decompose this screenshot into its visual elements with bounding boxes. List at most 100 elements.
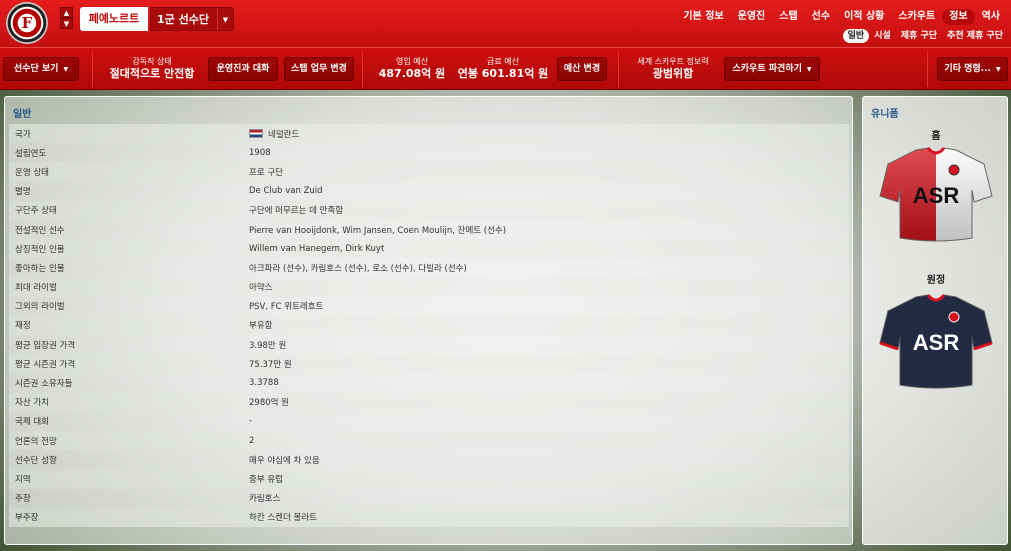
- row-value[interactable]: 3.98만 원: [249, 339, 286, 351]
- nav-transfers[interactable]: 이적 상황: [837, 9, 891, 25]
- subnav-general[interactable]: 일반: [842, 28, 870, 43]
- row-label: 전설적인 선수: [15, 225, 65, 236]
- row-value[interactable]: 카림호스: [249, 492, 280, 504]
- row-value-text: Pierre van Hooijdonk, Wim Jansen, Coen M…: [249, 225, 507, 236]
- row-label: 국제 대회: [15, 417, 49, 428]
- crest-letter: F: [21, 14, 33, 32]
- squad-view-label: 선수단 보기: [13, 64, 59, 74]
- row-value[interactable]: Pierre van Hooijdonk, Wim Jansen, Coen M…: [249, 224, 506, 236]
- table-row: 구단주 상태 구단에 머무르는 데 만족함: [9, 200, 849, 220]
- club-name-button[interactable]: 페예노르트: [80, 7, 148, 31]
- squad-select-dropdown[interactable]: 1군 선수단 ▼: [150, 7, 234, 31]
- table-row: 설립연도 1908: [9, 143, 849, 163]
- club-crest-icon[interactable]: F: [6, 2, 48, 44]
- squad-view-button[interactable]: 선수단 보기 ▼: [3, 57, 79, 81]
- table-row: 상징적인 인물 Willem van Hanegem, Dirk Kuyt: [9, 239, 849, 259]
- manager-status: 감독직 상태 절대적으로 안전함: [100, 56, 204, 81]
- table-row: 시즌권 소유자들 3.3788: [9, 373, 849, 393]
- uniform-panel: 유니폼 홈 ASR 원정 ASR: [862, 96, 1008, 545]
- table-row: 재정 부유함: [9, 315, 849, 336]
- table-row: 부주장 하칸 스켄더 볼라트: [9, 507, 849, 527]
- row-label: 그외의 라이벌: [15, 302, 65, 313]
- row-label: 구단주 상태: [15, 206, 57, 217]
- home-kit-label: 홈: [931, 131, 941, 142]
- budget-change-button[interactable]: 예산 변경: [557, 57, 607, 81]
- scout-knowledge: 세계 스카우트 정보력 광범위함: [628, 56, 718, 81]
- row-value[interactable]: Willem van Hanegem, Dirk Kuyt: [249, 244, 384, 254]
- row-value-text: 네덜란드: [268, 129, 300, 140]
- row-label: 지역: [15, 474, 31, 485]
- row-value[interactable]: -: [249, 416, 252, 426]
- nav-history[interactable]: 역사: [975, 9, 1007, 25]
- wage-budget-label: 급료 예산: [487, 57, 519, 66]
- nav-overview[interactable]: 기본 정보: [676, 9, 730, 25]
- row-value[interactable]: PSV, FC 위트레흐트: [249, 300, 323, 312]
- scout-dispatch-button[interactable]: 스카우트 파견하기 ▼: [724, 57, 820, 81]
- row-value[interactable]: 하칸 스켄더 볼라트: [249, 511, 317, 523]
- toolbar-divider: [927, 52, 928, 87]
- row-label: 별명: [15, 187, 31, 198]
- row-label: 부주장: [15, 513, 39, 524]
- staff-change-button[interactable]: 스탭 업무 변경: [284, 57, 354, 81]
- table-row: 평균 입장권 가격 3.98만 원: [9, 335, 849, 355]
- board-talk-button[interactable]: 운영진과 대화: [208, 57, 278, 81]
- table-row: 좋아하는 인물 아크파라 (선수), 카림호스 (선수), 로소 (선수), 다빌…: [9, 258, 849, 278]
- row-value[interactable]: 중부 유럽: [249, 473, 283, 485]
- previous-club-arrow-icon[interactable]: ▲: [60, 7, 73, 18]
- general-info-table: 국가 네덜란드설립연도 1908 운영 상태 프로 구단별명 De Club van Zu…: [9, 124, 849, 527]
- home-kit-sponsor: ASR: [913, 183, 960, 208]
- row-value-text: 프로 구단: [249, 167, 283, 178]
- row-value[interactable]: De Club van Zuid: [249, 186, 323, 196]
- nav-scouting[interactable]: 스카우트: [891, 9, 942, 25]
- scout-knowledge-value: 광범위함: [652, 67, 694, 80]
- row-label: 상징적인 인물: [15, 244, 65, 255]
- table-row: 국제 대회 -: [9, 411, 849, 431]
- row-value[interactable]: 프로 구단: [249, 166, 283, 178]
- row-label: 재정: [15, 321, 31, 332]
- row-label: 시즌권 소유자들: [15, 379, 73, 390]
- row-value-text: 카림호스: [249, 494, 281, 505]
- row-value-text: 아약스: [249, 283, 273, 294]
- row-value[interactable]: 구단에 머무르는 데 만족함: [249, 204, 343, 216]
- row-value[interactable]: 2: [249, 436, 254, 446]
- wage-budget: 급료 예산 연봉 601.81억 원: [454, 56, 552, 81]
- row-value-text: 부유함: [249, 321, 273, 332]
- other-orders-button[interactable]: 기타 명령... ▼: [937, 57, 1008, 81]
- table-row: 운영 상태 프로 구단: [9, 162, 849, 182]
- nav-board[interactable]: 운영진: [731, 9, 773, 25]
- row-value[interactable]: 75.37만 원: [249, 358, 292, 370]
- row-value[interactable]: 3.3788: [249, 378, 279, 388]
- row-value-text: 75.37만 원: [249, 359, 292, 370]
- nav-players[interactable]: 선수: [805, 9, 837, 25]
- row-value[interactable]: 1908: [249, 148, 271, 158]
- row-value[interactable]: 네덜란드: [249, 128, 299, 140]
- row-value[interactable]: 아약스: [249, 281, 272, 293]
- chevron-down-icon: ▼: [63, 66, 69, 73]
- manager-status-value: 절대적으로 안전함: [109, 67, 195, 80]
- squad-select-label: 1군 선수단: [157, 13, 209, 26]
- top-bar: F ▲ ▼ 페예노르트 1군 선수단 ▼ 기본 정보 운영진 스탭 선수 이적 …: [0, 0, 1011, 47]
- table-row: 국가 네덜란드: [9, 124, 849, 144]
- subnav-affiliates[interactable]: 제휴 구단: [896, 29, 942, 43]
- sub-nav: 일반 시설 제휴 구단 추천 제휴 구단: [842, 28, 1008, 43]
- table-row: 지역 중부 유럽: [9, 469, 849, 489]
- row-label: 최대 라이벌: [15, 283, 57, 294]
- row-label: 국가: [15, 129, 31, 140]
- row-value[interactable]: 매우 야심에 차 있음: [249, 454, 320, 466]
- row-label: 운영 상태: [15, 167, 49, 178]
- netherlands-flag-icon: [249, 129, 263, 139]
- row-label: 좋아하는 인물: [15, 263, 65, 274]
- row-value-text: 매우 야심에 차 있음: [249, 455, 320, 466]
- row-value[interactable]: 부유함: [249, 319, 272, 331]
- subnav-facilities[interactable]: 시설: [869, 29, 896, 43]
- nav-info[interactable]: 정보: [942, 9, 975, 25]
- table-row: 평균 시즌권 가격 75.37만 원: [9, 354, 849, 374]
- nav-staff[interactable]: 스탭: [772, 9, 804, 25]
- row-value[interactable]: 아크파라 (선수), 카림호스 (선수), 로소 (선수), 다빌라 (선수): [249, 262, 467, 274]
- row-value[interactable]: 2980억 원: [249, 396, 289, 408]
- row-label: 설립연도: [15, 148, 47, 159]
- next-club-arrow-icon[interactable]: ▼: [60, 18, 73, 29]
- subnav-recommended-affiliates[interactable]: 추천 제휴 구단: [942, 29, 1008, 43]
- away-kit-shirt-icon: ASR: [879, 294, 993, 389]
- table-row: 그외의 라이벌 PSV, FC 위트레흐트: [9, 296, 849, 316]
